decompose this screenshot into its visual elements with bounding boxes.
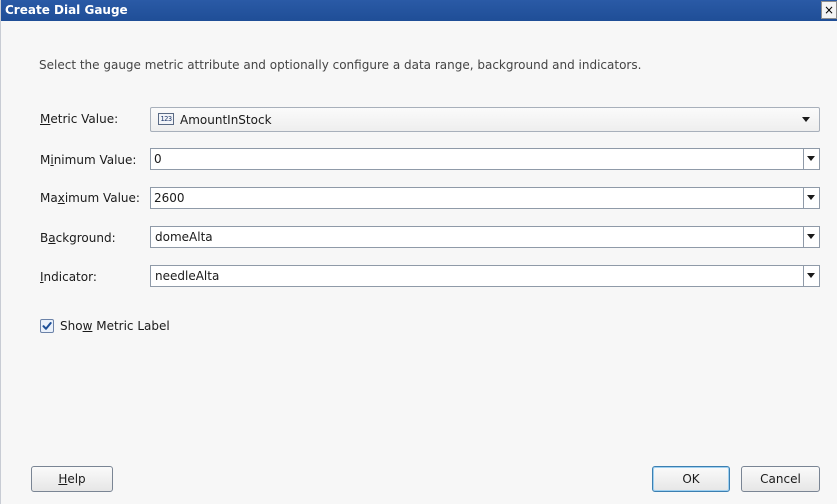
show-metric-label-text[interactable]: Show Metric Label [60,319,170,333]
numeric-attribute-icon: 123 [158,113,174,125]
metric-value-selected: AmountInStock [180,113,272,127]
minimum-value-input[interactable]: 0 [154,152,162,166]
metric-value-select[interactable]: 123 AmountInStock [150,107,820,132]
checkmark-icon [42,322,52,330]
help-button[interactable]: Help [31,466,113,492]
chevron-down-icon [807,273,815,278]
metric-value-label: Metric Value: [40,112,119,126]
title-bar[interactable]: Create Dial Gauge × [1,0,837,21]
chevron-down-icon [807,234,815,239]
chevron-down-icon [807,156,815,161]
indicator-dropdown-button[interactable] [803,266,819,286]
dialog-title: Create Dial Gauge [5,3,128,17]
close-button[interactable]: × [821,1,837,19]
minimum-value-combo[interactable]: 0 [150,148,820,170]
ok-button[interactable]: OK [652,466,730,492]
maximum-value-dropdown-button[interactable] [803,188,819,208]
chevron-down-icon [802,117,810,122]
minimum-value-label: Minimum Value: [40,153,137,167]
maximum-value-combo[interactable]: 2600 [150,187,820,209]
background-label: Background: [40,231,116,245]
background-dropdown-button[interactable] [803,227,819,247]
background-combo[interactable]: domeAlta [150,226,820,248]
minimum-value-dropdown-button[interactable] [803,149,819,169]
create-dial-gauge-dialog: Create Dial Gauge × Select the gauge met… [0,0,837,504]
close-icon: × [823,3,835,17]
show-metric-label-checkbox[interactable] [40,319,54,333]
indicator-combo[interactable]: needleAlta [150,265,820,287]
instructions-text: Select the gauge metric attribute and op… [39,58,642,72]
background-input[interactable]: domeAlta [155,230,213,244]
indicator-input[interactable]: needleAlta [155,269,219,283]
chevron-down-icon [807,195,815,200]
maximum-value-input[interactable]: 2600 [154,191,185,205]
cancel-button[interactable]: Cancel [741,466,820,492]
indicator-label: Indicator: [40,270,97,284]
maximum-value-label: Maximum Value: [40,191,140,205]
